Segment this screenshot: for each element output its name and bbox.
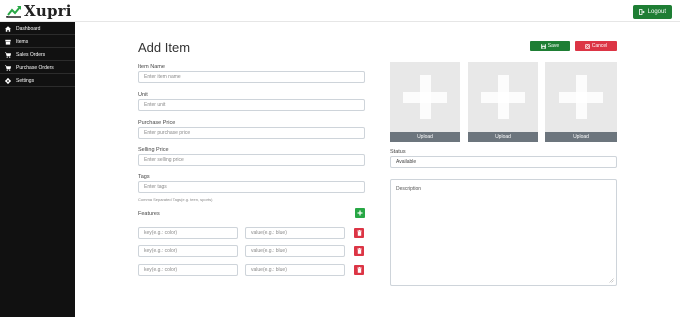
brand-name: Xupri [24, 2, 72, 20]
image-placeholder[interactable] [390, 62, 460, 132]
cancel-button[interactable]: Cancel [575, 41, 617, 51]
save-icon [540, 43, 546, 49]
image-placeholder[interactable] [545, 62, 617, 132]
sidebar-item-label: Sales Orders [16, 52, 46, 58]
brand-logo[interactable]: Xupri [6, 2, 72, 20]
feature-value-input[interactable]: value(e.g.: blue) [245, 227, 345, 239]
status-label: Status [390, 149, 406, 155]
home-icon [5, 26, 11, 32]
page-title: Add Item [138, 40, 191, 55]
trash-icon [356, 230, 362, 236]
cart-icon [5, 65, 11, 71]
sidebar-item-label: Items [16, 39, 29, 45]
trash-icon [356, 267, 362, 273]
feature-key-input[interactable]: key(e.g.: color) [138, 227, 238, 239]
upload-button[interactable]: Upload [468, 132, 538, 142]
purchase-price-label: Purchase Price [138, 120, 176, 126]
sidebar-item-label: Settings [16, 78, 35, 84]
delete-feature-button[interactable] [354, 246, 364, 256]
description-textarea[interactable]: Description [390, 179, 617, 286]
top-bar: Xupri Logout [0, 0, 680, 22]
selling-price-label: Selling Price [138, 147, 169, 153]
delete-feature-button[interactable] [354, 265, 364, 275]
logout-label: Logout [647, 9, 666, 15]
sidebar-item-label: Purchase Orders [16, 65, 54, 71]
delete-feature-button[interactable] [354, 228, 364, 238]
tags-label: Tags [138, 174, 150, 180]
item-name-label: Item Name [138, 64, 165, 70]
save-button[interactable]: Save [530, 41, 570, 51]
upload-button[interactable]: Upload [390, 132, 460, 142]
purchase-price-input[interactable]: Enter purchase price [138, 127, 365, 139]
unit-label: Unit [138, 92, 148, 98]
status-select[interactable]: Available [390, 156, 617, 168]
cart-icon [5, 52, 11, 58]
feature-key-input[interactable]: key(e.g.: color) [138, 264, 238, 276]
logout-button[interactable]: Logout [632, 5, 672, 19]
trend-chart-icon [6, 6, 21, 18]
tags-hint: Comma Separated Tags(e.g. teen, sports) [138, 197, 213, 202]
item-name-input[interactable]: Enter item name [138, 71, 365, 83]
add-feature-button[interactable] [355, 208, 365, 218]
feature-value-input[interactable]: value(e.g.: blue) [245, 264, 345, 276]
sidebar: Dashboard Items Sales Orders Purchase Or… [0, 22, 75, 317]
save-label: Save [547, 43, 560, 49]
plus-icon [357, 210, 363, 216]
sidebar-item-label: Dashboard [16, 26, 41, 32]
feature-value-input[interactable]: value(e.g.: blue) [245, 245, 345, 257]
description-placeholder: Description [396, 186, 422, 192]
sidebar-item-sales-orders[interactable]: Sales Orders [0, 50, 75, 61]
sidebar-item-settings[interactable]: Settings [0, 76, 75, 87]
image-placeholder[interactable] [468, 62, 538, 132]
sidebar-item-purchase-orders[interactable]: Purchase Orders [0, 63, 75, 74]
cancel-icon [585, 43, 590, 49]
tags-input[interactable]: Enter tags [138, 181, 365, 193]
items-icon [5, 39, 11, 45]
gear-icon [5, 78, 11, 84]
feature-key-input[interactable]: key(e.g.: color) [138, 245, 238, 257]
upload-button[interactable]: Upload [545, 132, 617, 142]
trash-icon [356, 248, 362, 254]
sidebar-item-dashboard[interactable]: Dashboard [0, 24, 75, 35]
selling-price-input[interactable]: Enter selling price [138, 154, 365, 166]
sidebar-item-items[interactable]: Items [0, 37, 75, 48]
logout-icon [638, 9, 645, 15]
cancel-label: Cancel [591, 43, 608, 49]
features-label: Features [138, 211, 160, 217]
unit-input[interactable]: Enter unit [138, 99, 365, 111]
resize-handle-icon[interactable] [609, 278, 614, 283]
